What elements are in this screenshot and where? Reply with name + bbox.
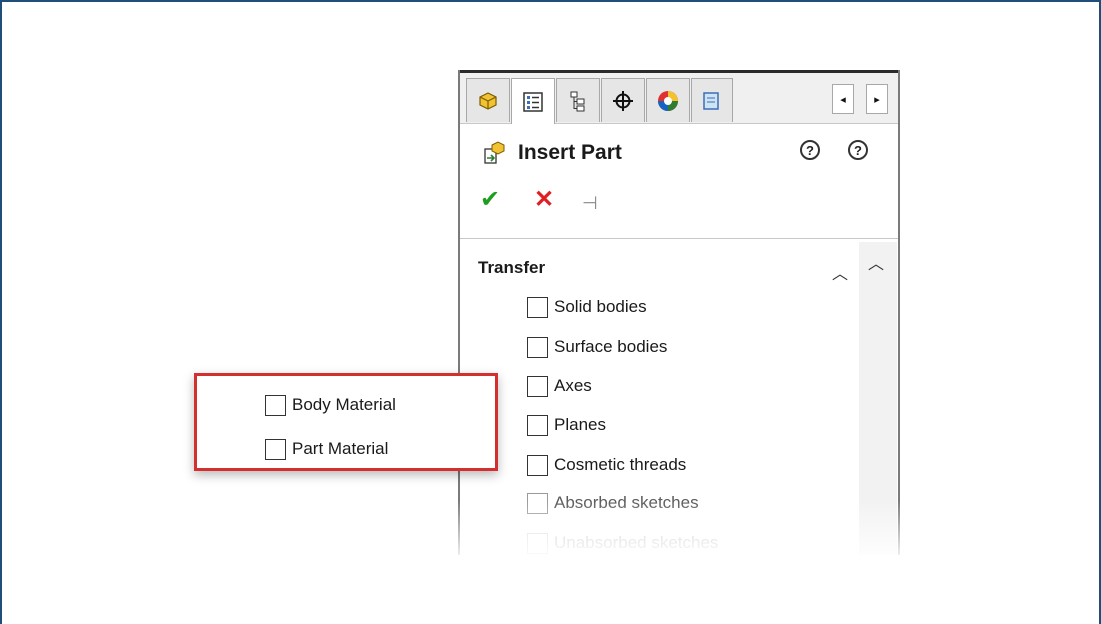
property-manager-icon: [523, 91, 543, 112]
option-solid-bodies[interactable]: Solid bodies: [527, 293, 647, 321]
configuration-manager-icon: [570, 91, 585, 111]
tab-property-manager[interactable]: [511, 78, 555, 124]
option-part-material[interactable]: Part Material: [265, 435, 388, 463]
tab-bar-top-edge: [460, 70, 898, 73]
dimxpert-manager-icon: [613, 90, 633, 111]
checkbox[interactable]: [265, 394, 286, 416]
option-surface-bodies[interactable]: Surface bodies: [527, 333, 667, 361]
cancel-button[interactable]: ✕: [534, 188, 554, 212]
tab-feature-manager[interactable]: [466, 78, 510, 122]
tab-scroll-right-button[interactable]: ▸: [866, 84, 888, 114]
pin-button[interactable]: ⊣: [582, 191, 598, 215]
tab-cam-manager[interactable]: [691, 78, 733, 122]
property-manager-panel: ◂ ▸ Insert Part ? ? ✔ ✕ ⊣ ︿ Transfer ︿ S…: [458, 70, 900, 555]
checkbox[interactable]: [527, 414, 548, 436]
panel-title-row: Insert Part: [482, 135, 622, 171]
panel-left-border: [458, 70, 460, 555]
tab-scroll-left-button[interactable]: ◂: [832, 84, 854, 114]
cam-manager-icon: [703, 91, 719, 110]
option-body-material[interactable]: Body Material: [265, 391, 396, 419]
collapse-section-chevron-icon[interactable]: ︿: [832, 260, 848, 284]
tab-configuration-manager[interactable]: [556, 78, 600, 122]
checkbox[interactable]: [527, 336, 548, 358]
panel-title: Insert Part: [518, 141, 622, 164]
whats-new-help-icon[interactable]: ?: [800, 140, 820, 160]
checkbox[interactable]: [265, 438, 286, 460]
option-unabsorbed-sketches[interactable]: Unabsorbed sketches: [527, 529, 718, 555]
chevron-left-icon: ◂: [840, 93, 846, 106]
transfer-section-title: Transfer: [478, 258, 546, 277]
ok-button[interactable]: ✔: [480, 188, 500, 212]
tab-dimxpert-manager[interactable]: [601, 78, 645, 122]
header-divider: [460, 238, 898, 239]
option-planes[interactable]: Planes: [527, 411, 606, 439]
display-manager-icon: [658, 90, 678, 111]
option-absorbed-sketches[interactable]: Absorbed sketches: [527, 489, 699, 517]
chevron-right-icon: ▸: [874, 93, 880, 106]
option-cosmetic-threads[interactable]: Cosmetic threads: [527, 451, 686, 479]
checkbox[interactable]: [527, 492, 548, 514]
vertical-scrollbar[interactable]: [859, 242, 897, 555]
manager-tab-bar: ◂ ▸: [460, 70, 898, 124]
help-icon[interactable]: ?: [848, 140, 868, 160]
checkbox[interactable]: [527, 532, 548, 554]
option-axes[interactable]: Axes: [527, 372, 592, 400]
insert-part-icon: [484, 141, 505, 164]
checkbox[interactable]: [527, 454, 548, 476]
panel-right-border: [898, 70, 900, 555]
material-options-callout: Body Material Part Material: [194, 373, 498, 471]
feature-manager-icon: [479, 91, 497, 110]
scroll-up-arrow-icon[interactable]: ︿: [868, 250, 884, 274]
checkbox[interactable]: [527, 296, 548, 318]
checkbox[interactable]: [527, 375, 548, 397]
tab-display-manager[interactable]: [646, 78, 690, 122]
